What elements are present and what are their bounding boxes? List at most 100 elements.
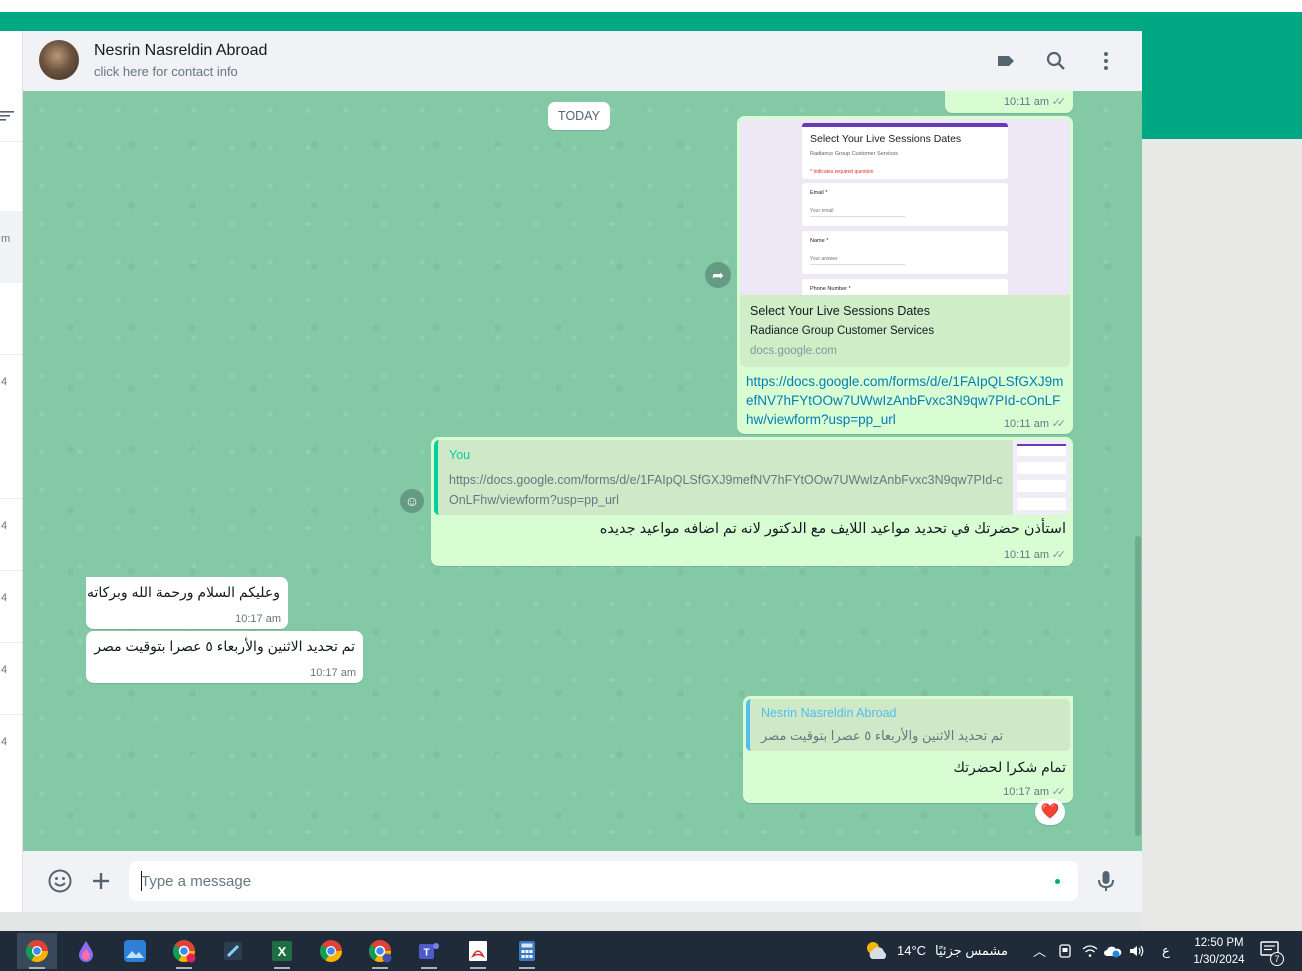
background-area [1142, 139, 1302, 931]
link-preview-info[interactable]: Select Your Live Sessions Dates Radiance… [740, 295, 1070, 367]
divider [0, 714, 22, 715]
window-top-strip [0, 0, 1302, 12]
avatar[interactable] [39, 40, 79, 80]
input-language[interactable]: ع [1162, 943, 1170, 959]
form-field-placeholder: Your answer [810, 256, 905, 265]
double-check-icon: ✓✓ [1051, 418, 1067, 430]
emoji-reaction-icon[interactable]: ☺ [400, 489, 424, 513]
chat-list-snippet: m [1, 233, 11, 245]
heart-reaction[interactable]: ❤️ [1035, 799, 1065, 825]
volume-icon[interactable] [1128, 943, 1144, 964]
installer-icon [224, 942, 242, 960]
paint-drop-icon [79, 941, 93, 962]
message-incoming[interactable]: تم تحديد الاثنين والأربعاء ٥ عصرا بتوقيت… [86, 631, 363, 683]
message-input[interactable] [129, 861, 1078, 901]
photos-icon [124, 940, 146, 962]
chevron-up-icon[interactable]: ︿ [1033, 941, 1046, 960]
quoted-author: You [449, 448, 471, 462]
divider [0, 642, 22, 643]
message-time: 10:11 am [1003, 549, 1049, 561]
taskbar-teams-app[interactable]: T [409, 933, 449, 969]
contact-info-hint[interactable]: click here for contact info [94, 64, 238, 79]
chrome-icon [320, 940, 342, 962]
chat-list-snippet: 4 [1, 736, 8, 748]
form-field-label: Email * [810, 190, 828, 196]
chrome-profile-icon [369, 940, 392, 963]
forward-icon[interactable]: ➦ [705, 262, 731, 288]
chat-list-snippet: 4 [1, 520, 8, 532]
date-divider: TODAY [548, 102, 610, 130]
filter-icon[interactable] [0, 109, 14, 125]
message-outgoing-previous[interactable]: 10:11 am ✓✓ [945, 91, 1073, 113]
message-list[interactable]: 10:11 am ✓✓ TODAY ➦ Select Your Live Ses… [23, 91, 1142, 851]
attach-plus-icon[interactable] [88, 868, 114, 894]
divider [0, 570, 22, 571]
form-preview-field: Phone Number * [802, 279, 1008, 295]
taskbar-chrome-profile-app-2[interactable] [360, 933, 400, 969]
taskbar-chrome-profile-app[interactable] [164, 933, 204, 969]
wifi-icon[interactable] [1082, 943, 1098, 964]
double-check-icon: ✓✓ [1051, 96, 1067, 108]
taskbar-chrome-app-2[interactable] [311, 933, 351, 969]
chat-list-snippet: 4 [1, 664, 8, 676]
microphone-icon[interactable] [1093, 868, 1119, 894]
teams-icon: T [419, 943, 439, 959]
chrome-icon [26, 940, 48, 962]
taskbar-excel-app[interactable]: X [262, 933, 302, 969]
divider [0, 354, 22, 355]
message-text: تم تحديد الاثنين والأربعاء ٥ عصرا بتوقيت… [94, 638, 355, 654]
form-preview-field: Name * Your answer [802, 231, 1008, 274]
quoted-message[interactable]: Nesrin Nasreldin Abroad تم تحديد الاثنين… [746, 699, 1070, 751]
chat-list-item-selected[interactable] [0, 211, 22, 283]
message-outgoing-link[interactable]: Select Your Live Sessions Dates Radiance… [737, 116, 1073, 434]
contact-name[interactable]: Nesrin Nasreldin Abroad [94, 42, 267, 60]
emoji-icon[interactable] [47, 868, 73, 894]
taskbar-drop-app[interactable] [66, 933, 106, 969]
taskbar-installer-app[interactable] [213, 933, 253, 969]
chat-list-snippet: 4 [1, 376, 8, 388]
weather-temperature[interactable]: 14°C [897, 943, 926, 958]
composer-bar [23, 851, 1142, 912]
windows-taskbar: X T 14°C مشمس جزئيًا ︿ ع 12:50 PM 1/30/2… [0, 931, 1302, 971]
weather-icon[interactable] [864, 939, 890, 968]
chat-list-panel[interactable]: m 4 4 4 4 4 [0, 31, 23, 912]
link-preview-image[interactable]: Select Your Live Sessions Dates Radiance… [740, 119, 1070, 295]
svg-text:X: X [278, 944, 287, 959]
weather-description[interactable]: مشمس جزئيًا [935, 943, 1008, 959]
taskbar-pdf-app[interactable] [458, 933, 498, 969]
scrollbar[interactable] [1135, 536, 1141, 836]
message-text: استأذن حضرتك في تحديد مواعيد اللايف مع ا… [599, 521, 1066, 537]
double-check-icon: ✓✓ [1051, 786, 1067, 798]
conversation-header[interactable]: Nesrin Nasreldin Abroad click here for c… [23, 31, 1142, 91]
message-outgoing-reply[interactable]: Nesrin Nasreldin Abroad تم تحديد الاثنين… [743, 696, 1073, 803]
message-outgoing-reply[interactable]: You https://docs.google.com/forms/d/e/1F… [431, 437, 1073, 566]
form-preview-required: * Indicates required question [810, 169, 874, 175]
calculator-icon [519, 941, 535, 961]
onedrive-icon[interactable] [1104, 943, 1122, 964]
message-text: وعليكم السلام ورحمة الله وبركاته [86, 584, 280, 600]
message-text: تمام شكرا لحضرتك [953, 759, 1066, 775]
app-accent-band [0, 12, 1302, 31]
chat-list-snippet: 4 [1, 592, 8, 604]
form-field-placeholder: Your email [810, 208, 905, 217]
quoted-message[interactable]: You https://docs.google.com/forms/d/e/1F… [434, 440, 1070, 515]
system-clock[interactable]: 12:50 PM 1/30/2024 [1190, 935, 1248, 969]
taskbar-photos-app[interactable] [115, 933, 155, 969]
message-incoming[interactable]: وعليكم السلام ورحمة الله وبركاته 10:17 a… [86, 577, 288, 629]
search-icon[interactable] [1044, 49, 1068, 73]
text-caret [141, 871, 142, 891]
meet-now-icon[interactable] [1057, 943, 1073, 964]
form-preview-header: Select Your Live Sessions Dates Radiance… [802, 123, 1008, 179]
label-icon[interactable] [994, 49, 1018, 73]
svg-text:T: T [423, 948, 429, 959]
link-preview-domain: docs.google.com [750, 345, 837, 357]
divider [0, 141, 22, 142]
excel-icon: X [272, 941, 292, 961]
taskbar-chrome-app[interactable] [17, 933, 57, 969]
message-time: 10:17 am [235, 613, 281, 625]
conversation-panel: Nesrin Nasreldin Abroad click here for c… [23, 31, 1142, 912]
divider [0, 498, 22, 499]
menu-kebab-icon[interactable] [1094, 49, 1118, 73]
taskbar-calculator-app[interactable] [507, 933, 547, 969]
input-status-dot [1055, 879, 1060, 884]
